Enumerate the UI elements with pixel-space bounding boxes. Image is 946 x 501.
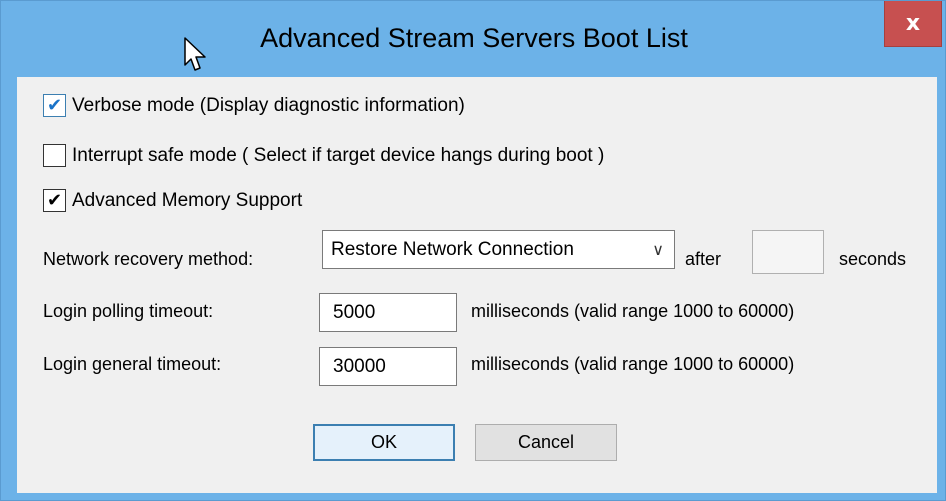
login-general-input[interactable]: 30000 [319, 347, 457, 386]
login-polling-label: Login polling timeout: [43, 301, 214, 321]
advanced-memory-option[interactable]: ✔ Advanced Memory Support [43, 189, 302, 212]
advanced-memory-label: Advanced Memory Support [72, 189, 303, 211]
login-polling-hint: milliseconds (valid range 1000 to 60000) [471, 301, 795, 321]
interrupt-safe-label: Interrupt safe mode ( Select if target d… [72, 144, 605, 166]
advanced-memory-checkbox[interactable]: ✔ [43, 189, 66, 212]
network-recovery-value: Restore Network Connection [331, 238, 574, 260]
interrupt-safe-checkbox[interactable] [43, 144, 66, 167]
check-icon: ✔ [46, 189, 63, 211]
dialog-title: Advanced Stream Servers Boot List [260, 23, 688, 53]
verbose-checkbox[interactable]: ✔ [43, 94, 66, 117]
check-icon: ✔ [46, 94, 63, 116]
interrupt-safe-option[interactable]: Interrupt safe mode ( Select if target d… [43, 144, 604, 167]
close-button[interactable]: x [884, 1, 942, 47]
verbose-label: Verbose mode (Display diagnostic informa… [72, 94, 465, 116]
seconds-input[interactable] [752, 230, 824, 274]
login-general-hint: milliseconds (valid range 1000 to 60000) [471, 354, 795, 374]
mouse-pointer-icon [184, 37, 206, 71]
login-polling-input[interactable]: 5000 [319, 293, 457, 332]
network-recovery-select[interactable]: Restore Network Connection ∨ [322, 230, 675, 269]
seconds-label: seconds [839, 249, 907, 269]
login-general-label: Login general timeout: [43, 354, 222, 374]
cancel-button[interactable]: Cancel [475, 424, 617, 461]
verbose-option[interactable]: ✔ Verbose mode (Display diagnostic infor… [43, 94, 465, 117]
ok-button[interactable]: OK [313, 424, 455, 461]
chevron-down-icon: ∨ [652, 240, 664, 259]
title-bar[interactable]: Advanced Stream Servers Boot List x [1, 1, 946, 77]
after-label: after [685, 249, 722, 269]
dialog-window: Advanced Stream Servers Boot List x ✔ Ve… [0, 0, 946, 501]
dialog-body: ✔ Verbose mode (Display diagnostic infor… [17, 77, 937, 493]
network-recovery-label: Network recovery method: [43, 249, 254, 269]
